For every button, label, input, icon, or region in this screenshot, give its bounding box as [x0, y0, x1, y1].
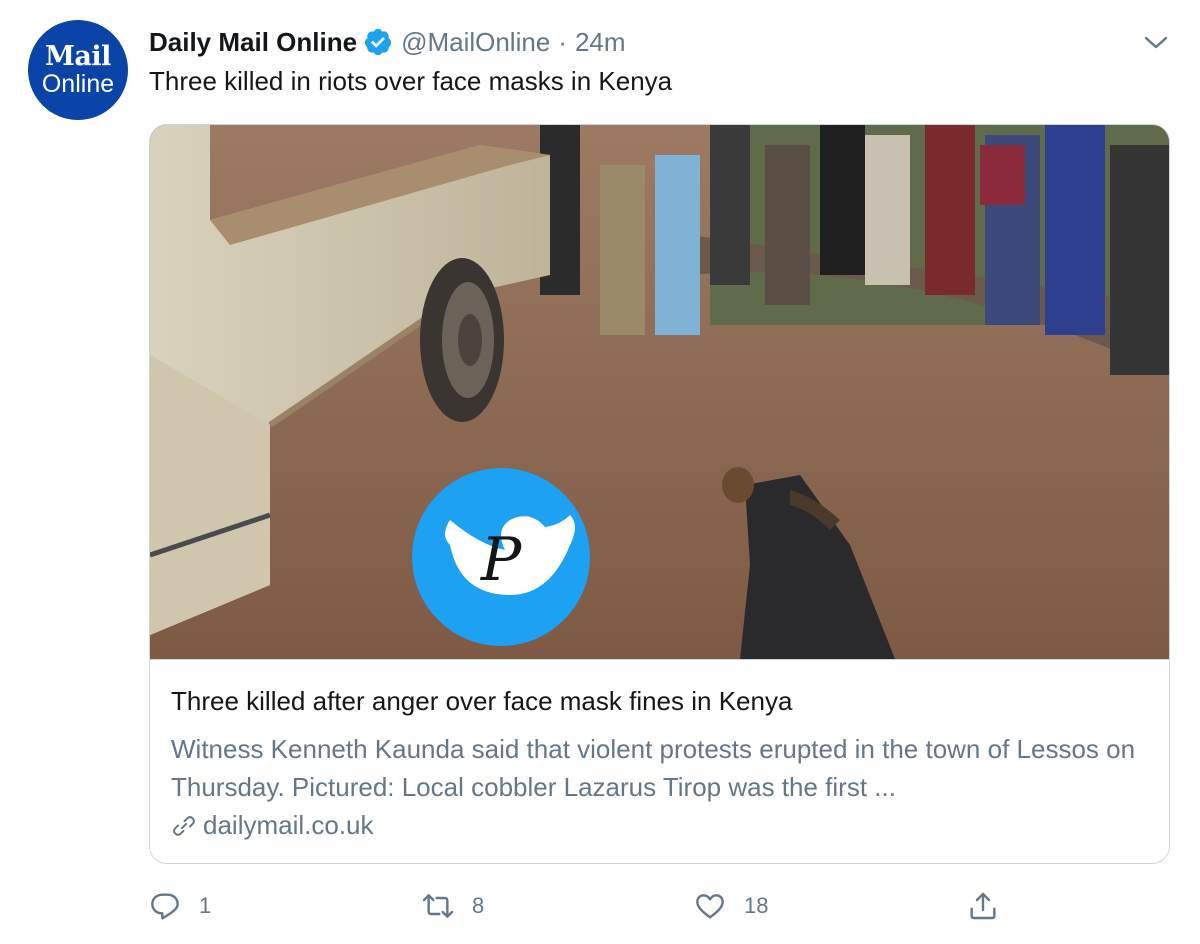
card-description: Witness Kenneth Kaunda said that violent…: [171, 734, 1136, 802]
verified-badge-icon: [364, 28, 392, 56]
card-body[interactable]: Three killed after anger over face mask …: [150, 659, 1169, 863]
avatar[interactable]: Mail Online: [28, 20, 128, 120]
like-button[interactable]: 18: [694, 884, 768, 928]
tweet-text: Three killed in riots over face masks in…: [149, 66, 673, 96]
share-icon: [970, 892, 996, 920]
watermark-letter: P: [480, 525, 523, 595]
reply-icon: [151, 893, 179, 920]
retweet-button[interactable]: 8: [422, 884, 484, 928]
link-icon: [173, 815, 195, 836]
link-card[interactable]: P Three killed after anger over face mas…: [149, 124, 1170, 864]
card-domain-text: dailymail.co.uk: [203, 810, 374, 840]
account-name[interactable]: Daily Mail Online: [149, 27, 357, 58]
separator-dot: ·: [558, 26, 567, 57]
avatar-logo-line1: Mail: [45, 41, 111, 72]
retweet-count: 8: [472, 893, 485, 918]
like-count: 18: [744, 893, 769, 918]
avatar-logo-line2: Online: [41, 70, 115, 98]
tweet-actions: 1 8 18: [149, 884, 1029, 928]
reply-button[interactable]: 1: [149, 884, 211, 928]
tweet-header: Daily Mail Online @MailOnline · 24m: [149, 24, 626, 60]
photo-scene: P: [150, 125, 1169, 659]
card-image[interactable]: P: [150, 125, 1169, 659]
card-title: Three killed after anger over face mask …: [171, 686, 793, 716]
tweet[interactable]: Mail Online Daily Mail Online @MailOnlin…: [0, 0, 1200, 944]
tweet-timestamp[interactable]: 24m: [575, 27, 626, 58]
card-domain: dailymail.co.uk: [171, 810, 374, 841]
account-handle[interactable]: @MailOnline: [401, 27, 550, 58]
heart-icon: [696, 894, 724, 919]
reply-count: 1: [199, 893, 212, 918]
chevron-down-icon[interactable]: [1142, 30, 1170, 54]
share-button[interactable]: [967, 884, 999, 928]
retweet-icon: [422, 894, 454, 918]
